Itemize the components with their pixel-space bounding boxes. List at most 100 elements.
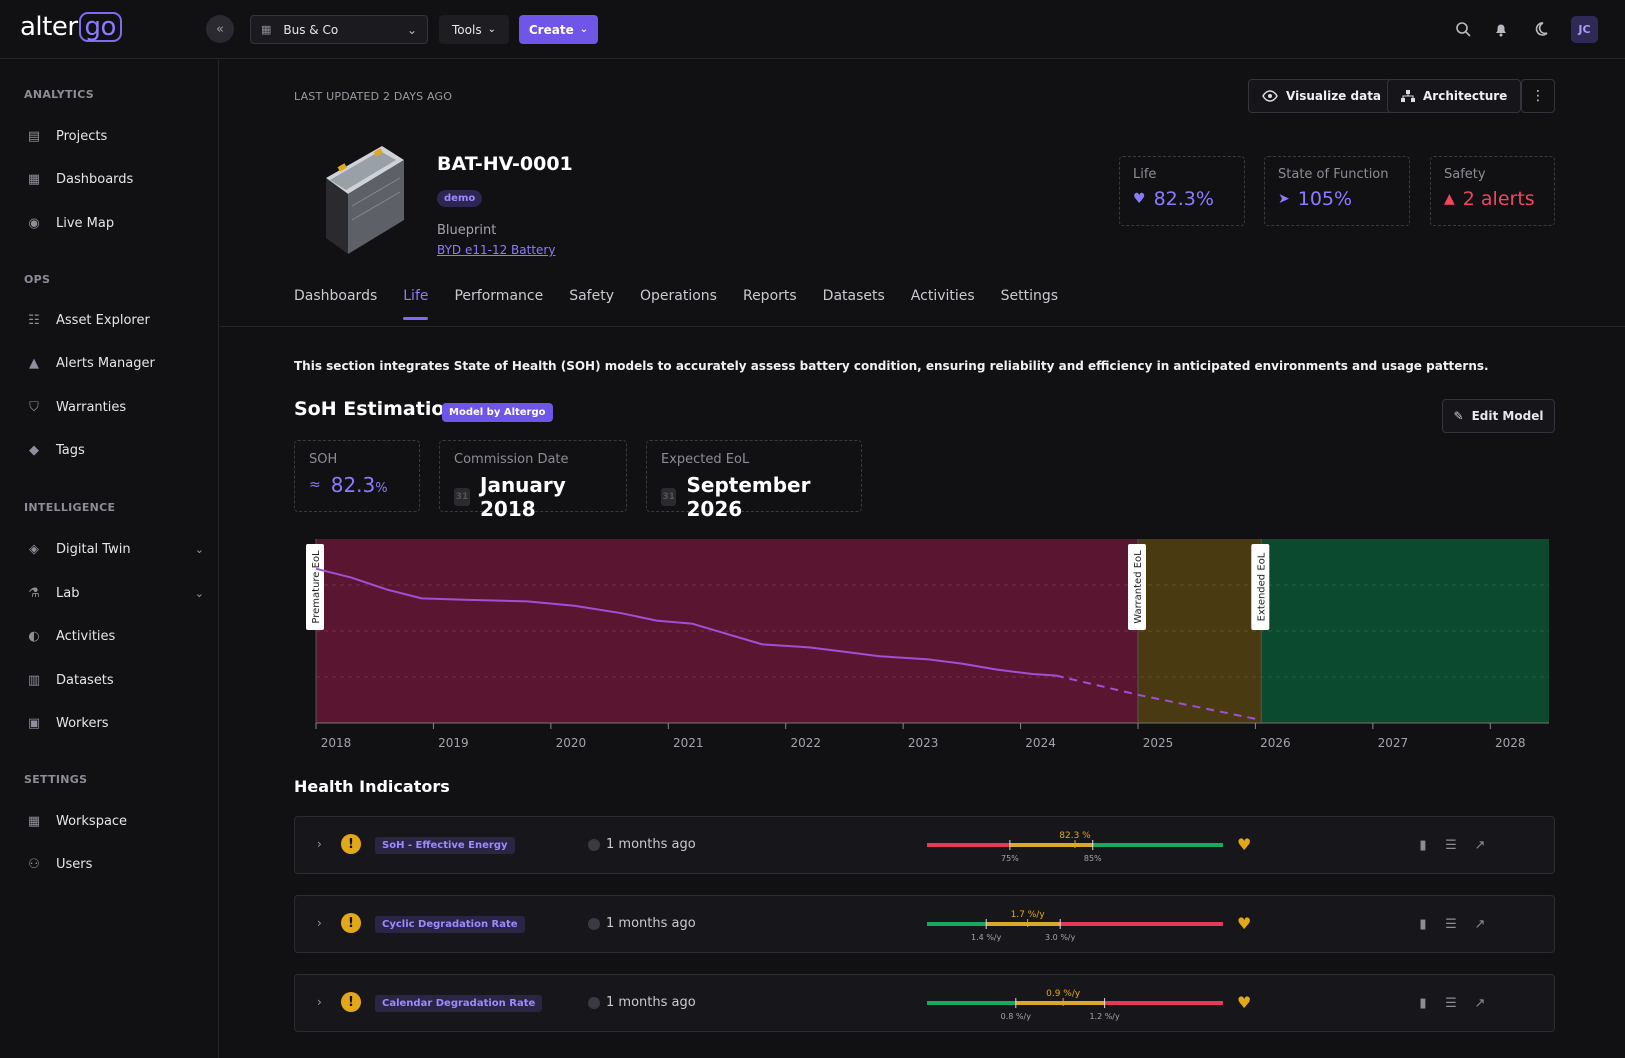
- sidebar-item-projects[interactable]: ▤ Projects: [24, 123, 204, 149]
- sidebar-item-digital-twin[interactable]: ◈ Digital Twin ⌄: [24, 536, 204, 562]
- sidebar-item-warranties[interactable]: ⛉ Warranties: [24, 394, 204, 420]
- file-icon[interactable]: ▮: [1414, 836, 1432, 854]
- sidebar-item-asset-explorer[interactable]: ☷ Asset Explorer: [24, 307, 204, 333]
- workspace-select[interactable]: ▦ Bus & Co ⌄: [250, 15, 428, 44]
- sidebar-item-live-map[interactable]: ◉ Live Map: [24, 210, 204, 236]
- edit-model-button[interactable]: ✎ Edit Model: [1442, 399, 1555, 433]
- tab-activities[interactable]: Activities: [911, 288, 975, 318]
- sidebar-item-label: Projects: [56, 128, 108, 144]
- tab-reports[interactable]: Reports: [743, 288, 797, 318]
- rocket-icon: ➤: [1278, 191, 1290, 207]
- clock-icon: [588, 996, 600, 1009]
- zone-label-0: Premature EoL: [306, 544, 324, 630]
- collapse-sidebar-button[interactable]: «: [206, 15, 234, 43]
- double-chevron-left-icon: «: [216, 21, 224, 37]
- tab-dashboards[interactable]: Dashboards: [294, 288, 377, 318]
- create-button[interactable]: Create ⌄: [519, 15, 598, 44]
- tab-safety[interactable]: Safety: [569, 288, 614, 318]
- sidebar-item-dashboards[interactable]: ▦ Dashboards: [24, 166, 204, 192]
- map-icon: ◉: [28, 215, 40, 231]
- file-icon[interactable]: ▮: [1414, 915, 1432, 933]
- flask-icon: ⚗: [28, 585, 40, 601]
- chevron-right-icon[interactable]: ›: [317, 995, 322, 1009]
- indicator-name[interactable]: Cyclic Degradation Rate: [375, 916, 525, 933]
- model-badge: Model by Altergo: [442, 403, 553, 422]
- sidebar-item-lab[interactable]: ⚗ Lab ⌄: [24, 580, 204, 606]
- tab-operations[interactable]: Operations: [640, 288, 717, 318]
- gauge-mark-label: 1.2 %/y: [1089, 1012, 1120, 1021]
- architecture-button[interactable]: Architecture: [1387, 79, 1522, 113]
- dashboards-icon: ▦: [27, 171, 41, 187]
- kpi-label: Life: [1133, 167, 1157, 182]
- sidebar-item-activities[interactable]: ◐ Activities: [24, 623, 204, 649]
- chevron-right-icon[interactable]: ›: [317, 916, 322, 930]
- gauge-mark-label: 3.0 %/y: [1045, 933, 1076, 942]
- visualize-data-button[interactable]: Visualize data: [1248, 79, 1396, 113]
- tab-life[interactable]: Life: [403, 288, 429, 320]
- sidebar-item-label: Dashboards: [56, 171, 134, 187]
- sidebar-item-datasets[interactable]: ▥ Datasets: [24, 667, 204, 693]
- sidebar-item-alerts-manager[interactable]: ▲ Alerts Manager: [24, 350, 204, 376]
- sidebar-item-users[interactable]: ⚇ Users: [24, 851, 204, 877]
- indicator-time: 1 months ago: [606, 837, 696, 852]
- gauge-mark-label: 0.8 %/y: [1001, 1012, 1032, 1021]
- sliders-icon[interactable]: ☰: [1442, 836, 1460, 854]
- bell-icon[interactable]: [1490, 18, 1512, 40]
- kebab-icon: ⋮: [1531, 88, 1545, 104]
- external-link-icon[interactable]: ↗: [1471, 994, 1489, 1012]
- stat-label: Expected EoL: [661, 452, 750, 467]
- architecture-label: Architecture: [1423, 89, 1508, 103]
- sidebar-item-label: Workers: [56, 715, 109, 731]
- tab-datasets[interactable]: Datasets: [823, 288, 885, 318]
- kpi-safety[interactable]: Safety ▲ 2 alerts: [1430, 156, 1555, 226]
- shield-icon: ⛉: [29, 399, 39, 415]
- x-tick-label: 2020: [556, 736, 587, 750]
- cube-icon: ◈: [29, 541, 39, 557]
- health-indicator-row[interactable]: › ! Calendar Degradation Rate 1 months a…: [294, 974, 1555, 1032]
- logo[interactable]: alter go: [20, 12, 122, 42]
- moon-icon[interactable]: [1530, 18, 1552, 40]
- health-indicator-row[interactable]: › ! SoH - Effective Energy 1 months ago …: [294, 816, 1555, 874]
- blueprint-link[interactable]: BYD e11-12 Battery: [437, 243, 555, 257]
- sidebar-section-analytics: ANALYTICS: [24, 88, 94, 101]
- sidebar-item-workers[interactable]: ▣ Workers: [24, 710, 204, 736]
- indicator-name[interactable]: Calendar Degradation Rate: [375, 995, 543, 1012]
- kpi-state-of-function[interactable]: State of Function ➤ 105%: [1264, 156, 1410, 226]
- tab-performance[interactable]: Performance: [454, 288, 543, 318]
- kpi-life[interactable]: Life ♥ 82.3%: [1119, 156, 1245, 226]
- indicator-name[interactable]: SoH - Effective Energy: [375, 837, 515, 854]
- external-link-icon[interactable]: ↗: [1471, 836, 1489, 854]
- avatar[interactable]: JC: [1571, 16, 1598, 43]
- soh-chart: Premature EoL Warranted EoL Extended EoL 20…: [306, 539, 1549, 750]
- building-icon: ▦: [27, 813, 41, 829]
- health-indicator-row[interactable]: › ! Cyclic Degradation Rate 1 months ago…: [294, 895, 1555, 953]
- heart-pulse-icon: ♥: [1237, 835, 1252, 854]
- more-options-button[interactable]: ⋮: [1521, 79, 1555, 113]
- blueprint-label: Blueprint: [437, 223, 497, 238]
- sidebar-item-workspace[interactable]: ▦ Workspace: [24, 808, 204, 834]
- sidebar-item-label: Live Map: [56, 215, 115, 231]
- gauge-segment: [927, 843, 1010, 847]
- sliders-icon[interactable]: ☰: [1442, 915, 1460, 933]
- users-icon: ⚇: [28, 856, 40, 872]
- chevron-down-icon: ⌄: [194, 586, 204, 600]
- kpi-label: Safety: [1444, 167, 1486, 182]
- warning-icon: !: [341, 834, 361, 854]
- search-icon[interactable]: [1452, 18, 1474, 40]
- sidebar-item-label: Digital Twin: [56, 541, 131, 557]
- chevron-right-icon[interactable]: ›: [317, 837, 322, 851]
- file-icon: ▥: [27, 672, 41, 688]
- x-tick-label: 2026: [1260, 736, 1291, 750]
- file-icon[interactable]: ▮: [1414, 994, 1432, 1012]
- asset-tag[interactable]: demo: [437, 190, 483, 207]
- zone-label-1: Warranted EoL: [1128, 544, 1146, 630]
- external-link-icon[interactable]: ↗: [1471, 915, 1489, 933]
- create-label: Create: [528, 22, 574, 37]
- sliders-icon[interactable]: ☰: [1442, 994, 1460, 1012]
- tools-button[interactable]: Tools ⌄: [439, 15, 509, 44]
- tab-settings[interactable]: Settings: [1001, 288, 1058, 318]
- stat-value: September 2026: [686, 473, 811, 521]
- sidebar-item-tags[interactable]: ◆ Tags: [24, 437, 204, 463]
- indicator-gauge: 75% 85% 82.3 %: [927, 831, 1223, 863]
- edit-icon: ✎: [1453, 409, 1464, 423]
